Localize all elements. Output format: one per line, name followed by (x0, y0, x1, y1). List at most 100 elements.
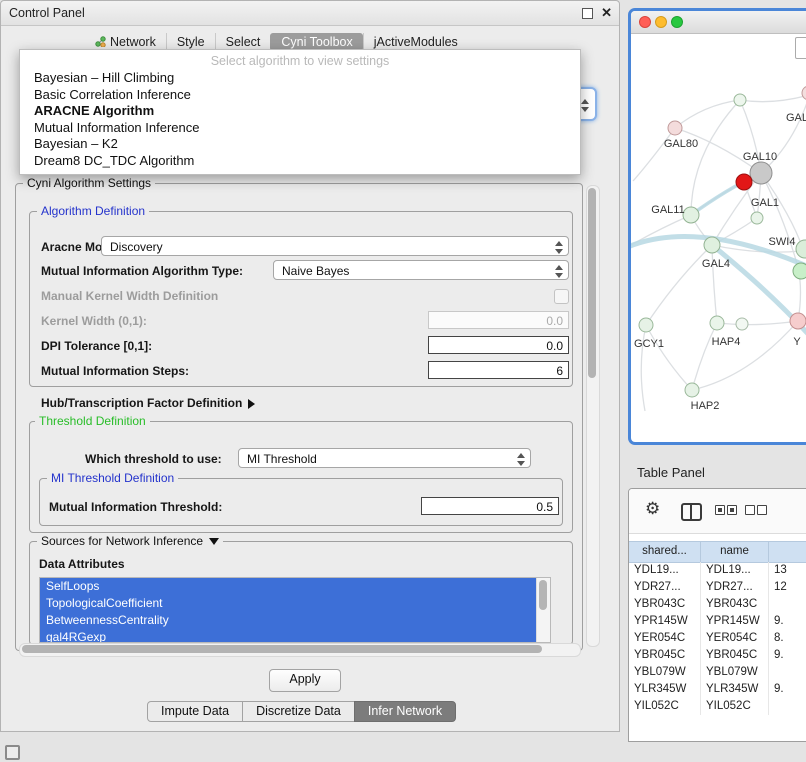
column-header-2[interactable] (769, 542, 806, 562)
deselect-all-checkboxes-icon[interactable] (745, 505, 767, 515)
network-node[interactable] (639, 318, 653, 332)
network-edge[interactable] (692, 323, 717, 390)
network-node[interactable] (736, 174, 752, 190)
network-node[interactable] (802, 86, 806, 100)
which-threshold-value: MI Threshold (247, 452, 317, 466)
network-node[interactable] (750, 162, 772, 184)
which-threshold-label: Which threshold to use: (85, 452, 222, 466)
table-cell: YER054C (701, 630, 769, 647)
algorithm-option-basic-correlation-inference[interactable]: Basic Correlation Inference (20, 87, 580, 104)
table-row[interactable]: YDL19...YDL19...13 (629, 562, 806, 579)
minimize-traffic-light-icon[interactable] (655, 16, 667, 28)
attribute-item-gal4rgexp[interactable]: gal4RGexp (40, 629, 550, 643)
tab-network[interactable]: Network (85, 33, 166, 51)
algorithm-option-bayesian-k2[interactable]: Bayesian – K2 (20, 136, 580, 153)
table-row[interactable]: YDR27...YDR27...12 (629, 579, 806, 596)
attribute-item-betweennesscentrality[interactable]: BetweennessCentrality (40, 612, 550, 629)
network-titlebar (631, 11, 806, 34)
table-cell: 9. (769, 647, 806, 664)
column-header-name[interactable]: name (701, 542, 769, 562)
table-row[interactable]: YPR145WYPR145W9. (629, 613, 806, 630)
mi-threshold-legend: MI Threshold Definition (47, 471, 178, 485)
settings-horizontal-scrollbar[interactable] (19, 643, 581, 657)
attribute-list-scrollbar[interactable] (536, 578, 550, 642)
network-node[interactable] (710, 316, 724, 330)
network-edge[interactable] (646, 245, 712, 325)
apply-button[interactable]: Apply (269, 669, 341, 692)
network-node[interactable] (751, 212, 763, 224)
table-cell: YPR145W (629, 613, 701, 630)
network-node-label: GAL11 (651, 204, 684, 216)
table-toolbar: ⚙ (629, 489, 806, 534)
network-node[interactable] (734, 94, 746, 106)
network-node[interactable] (685, 383, 699, 397)
tab-cyni-toolbox[interactable]: Cyni Toolbox (270, 33, 362, 51)
network-edge[interactable] (646, 325, 692, 390)
table-row[interactable]: YIL052CYIL052C (629, 698, 806, 715)
manual-kernel-checkbox[interactable] (554, 289, 569, 304)
dpi-tolerance-label: DPI Tolerance [0,1]: (41, 339, 152, 353)
bottom-tab-discretize-data[interactable]: Discretize Data (242, 701, 355, 722)
float-window-icon[interactable] (582, 8, 593, 19)
hub-definition-toggle[interactable]: Hub/Transcription Factor Definition (41, 396, 255, 410)
kernel-width-field[interactable]: 0.0 (428, 311, 569, 329)
algorithm-option-aracne-algorithm[interactable]: ARACNE Algorithm (20, 103, 580, 120)
algorithm-definition-legend: Algorithm Definition (37, 204, 149, 218)
which-threshold-select[interactable]: MI Threshold (238, 448, 531, 468)
network-edge[interactable] (740, 95, 806, 102)
control-panel-title: Control Panel (9, 6, 85, 20)
algorithm-option-bayesian-hill-climbing[interactable]: Bayesian – Hill Climbing (20, 70, 580, 87)
bottom-tab-impute-data[interactable]: Impute Data (147, 701, 243, 722)
mi-type-select[interactable]: Naive Bayes (273, 260, 569, 280)
network-canvas[interactable]: GAL80GALGAL10GAL11GAL1SWI4GAL4GCY1HAP4YH… (631, 33, 806, 445)
aracne-mode-select[interactable]: Discovery (101, 236, 569, 256)
table-row[interactable]: YBR045CYBR045C9. (629, 647, 806, 664)
algorithm-option-dream8-dc-tdc-algorithm[interactable]: Dream8 DC_TDC Algorithm (20, 153, 580, 170)
zoom-traffic-light-icon[interactable] (671, 16, 683, 28)
network-node[interactable] (704, 237, 720, 253)
network-edge[interactable] (633, 128, 675, 181)
network-edge[interactable] (717, 321, 798, 325)
table-row[interactable]: YBL079WYBL079W (629, 664, 806, 681)
column-header-shared[interactable]: shared... (629, 542, 701, 562)
network-node[interactable] (796, 240, 806, 258)
attribute-item-selfloops[interactable]: SelfLoops (40, 578, 550, 595)
network-node[interactable] (668, 121, 682, 135)
table-cell: 9. (769, 681, 806, 698)
bottom-tab-bar: Impute DataDiscretize DataInfer Network (147, 701, 456, 722)
gear-icon[interactable]: ⚙ (645, 499, 660, 519)
stepper-arrows-icon (554, 240, 564, 254)
network-tab-icon (95, 36, 106, 47)
select-all-checkboxes-icon[interactable] (715, 505, 737, 515)
tab-jactivemodules[interactable]: jActiveModules (363, 33, 468, 51)
mi-steps-field[interactable]: 6 (428, 361, 569, 379)
network-node[interactable] (683, 207, 699, 223)
mi-steps-label: Mutual Information Steps: (41, 364, 189, 378)
algorithm-option-mutual-information-inference[interactable]: Mutual Information Inference (20, 120, 580, 137)
table-row[interactable]: YLR345WYLR345W9. (629, 681, 806, 698)
network-edge[interactable] (675, 100, 740, 128)
close-icon[interactable]: ✕ (601, 5, 612, 21)
close-traffic-light-icon[interactable] (639, 16, 651, 28)
panel-dock-icon[interactable] (5, 745, 20, 760)
table-row[interactable]: YBR043CYBR043C (629, 596, 806, 613)
sources-legend[interactable]: Sources for Network Inference (37, 534, 223, 548)
algorithm-dropdown-items: Bayesian – Hill ClimbingBasic Correlatio… (20, 70, 580, 169)
columns-icon[interactable] (681, 503, 702, 521)
attribute-list[interactable]: SelfLoopsTopologicalCoefficientBetweenne… (39, 577, 551, 643)
tab-style[interactable]: Style (166, 33, 215, 51)
attribute-item-topologicalcoefficient[interactable]: TopologicalCoefficient (40, 595, 550, 612)
mi-threshold-field[interactable]: 0.5 (421, 497, 559, 515)
network-edge[interactable] (692, 321, 798, 390)
settings-vertical-scrollbar[interactable] (586, 185, 600, 647)
table-row[interactable]: YER054CYER054C8. (629, 630, 806, 647)
bottom-tab-infer-network[interactable]: Infer Network (354, 701, 456, 722)
network-edge[interactable] (712, 245, 717, 323)
tab-select[interactable]: Select (215, 33, 271, 51)
table-rows: YDL19...YDL19...13YDR27...YDR27...12YBR0… (629, 562, 806, 715)
network-node[interactable] (790, 313, 806, 329)
network-node[interactable] (736, 318, 748, 330)
network-node[interactable] (793, 263, 806, 279)
dpi-tolerance-field[interactable]: 0.0 (428, 336, 569, 354)
kernel-width-label: Kernel Width (0,1): (41, 314, 147, 328)
